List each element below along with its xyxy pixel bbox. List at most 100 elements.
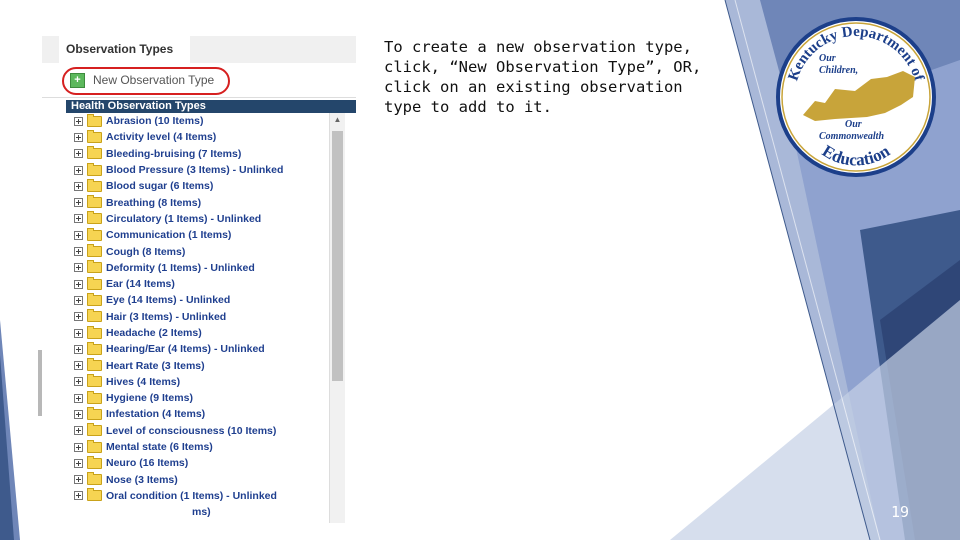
expand-icon[interactable] [74,214,83,224]
expand-icon[interactable] [74,377,83,387]
tree-item-label: Circulatory (1 Items) - Unlinked [106,212,262,225]
expand-icon[interactable] [74,116,83,126]
tab-observation-types[interactable]: Observation Types [59,36,190,63]
tree-item[interactable]: Headache (2 Items) [66,325,328,341]
expand-icon[interactable] [74,491,83,501]
tree-item-label: Hives (4 Items) [106,375,181,388]
expand-icon[interactable] [74,344,83,354]
tree-item-label: Oral condition (1 Items) - Unlinked [106,489,277,502]
tree-item-label: Infestation (4 Items) [106,408,206,421]
tree-item-label: Nose (3 Items) [106,473,178,486]
logo-children: Children, [819,65,858,76]
tree-item-label: Hair (3 Items) - Unlinked [106,310,227,323]
folder-icon [87,406,102,420]
expand-icon[interactable] [74,393,83,403]
expand-icon[interactable] [74,442,83,452]
tree-item-label: Blood sugar (6 Items) [106,180,214,193]
folder-icon [87,162,102,176]
folder-icon [87,276,102,290]
new-observation-type-label: New Observation Type [93,73,215,87]
tree-item[interactable]: Neuro (16 Items) [66,455,328,471]
partial-tree-item: ms) [192,506,211,518]
page-number: 19 [890,503,910,521]
folder-icon [87,260,102,274]
expand-icon[interactable] [74,247,83,257]
tree-item[interactable]: Hygiene (9 Items) [66,390,328,406]
tree-item-label: Level of consciousness (10 Items) [106,424,277,437]
expand-icon[interactable] [74,132,83,142]
tree-item[interactable]: Breathing (8 Items) [66,194,328,210]
folder-icon [87,358,102,372]
tree-item[interactable]: Communication (1 Items) [66,227,328,243]
scrollbar[interactable]: ▲ [329,113,345,523]
expand-icon[interactable] [74,458,83,468]
tree-item-label: Abrasion (10 Items) [106,115,204,128]
expand-icon[interactable] [74,328,83,338]
expand-icon[interactable] [74,361,83,371]
tree-item-label: Deformity (1 Items) - Unlinked [106,261,255,274]
folder-icon [87,178,102,192]
tree-item[interactable]: Circulatory (1 Items) - Unlinked [66,211,328,227]
folder-icon [87,325,102,339]
expand-icon[interactable] [74,198,83,208]
expand-icon[interactable] [74,181,83,191]
kentucky-education-logo: Kentucky Department of Our Children, Our… [776,17,936,177]
expand-icon[interactable] [74,295,83,305]
tree-item-label: Breathing (8 Items) [106,196,202,209]
folder-icon [87,423,102,437]
logo-our-2: Our [845,119,862,130]
tree-item[interactable]: Infestation (4 Items) [66,406,328,422]
tree-item[interactable]: Hair (3 Items) - Unlinked [66,309,328,325]
expand-icon[interactable] [74,312,83,322]
tree-item-label: Headache (2 Items) [106,327,202,339]
expand-icon[interactable] [74,230,83,240]
tree-item[interactable]: Blood Pressure (3 Items) - Unlinked [66,162,328,178]
tree-item[interactable]: Oral condition (1 Items) - Unlinked [66,488,328,504]
expand-icon[interactable] [74,409,83,419]
expand-icon[interactable] [74,263,83,273]
folder-icon [87,195,102,209]
plus-icon: + [70,73,85,89]
tree-item[interactable]: Hearing/Ear (4 Items) - Unlinked [66,341,328,357]
folder-icon [87,227,102,241]
tree-item[interactable]: Abrasion (10 Items) [66,113,328,129]
tree-item-label: Blood Pressure (3 Items) - Unlinked [106,164,284,177]
toolbar: + New Observation Type [42,63,356,98]
tree-item[interactable]: Deformity (1 Items) - Unlinked [66,260,328,276]
tree-item[interactable]: Ear (14 Items) [66,276,328,292]
tree-item-label: Ear (14 Items) [106,278,175,291]
new-observation-type-button[interactable]: + New Observation Type [64,69,224,91]
tree-item[interactable]: Level of consciousness (10 Items) [66,423,328,439]
tree-item-label: Hearing/Ear (4 Items) - Unlinked [106,343,265,356]
folder-icon [87,244,102,258]
tree-item-label: Heart Rate (3 Items) [106,359,205,372]
tree-item-label: Bleeding-bruising (7 Items) [106,147,242,160]
folder-icon [87,341,102,355]
expand-icon[interactable] [74,165,83,175]
tree-item[interactable]: Heart Rate (3 Items) [66,357,328,373]
tree-item[interactable]: Blood sugar (6 Items) [66,178,328,194]
tree-item[interactable]: Eye (14 Items) - Unlinked [66,292,328,308]
tree-item-label: Mental state (6 Items) [106,441,213,454]
tree-item[interactable]: Cough (8 Items) [66,243,328,259]
tab-bar: Observation Types [42,36,356,64]
scroll-up-arrow-icon[interactable]: ▲ [330,113,345,127]
folder-icon [87,146,102,160]
tree-item[interactable]: Mental state (6 Items) [66,439,328,455]
folder-icon [87,488,102,502]
tree-item[interactable]: Nose (3 Items) [66,472,328,488]
folder-icon [87,292,102,306]
expand-icon[interactable] [74,149,83,159]
expand-icon[interactable] [74,475,83,485]
tree-item[interactable]: Hives (4 Items) [66,374,328,390]
scrollbar-thumb[interactable] [332,131,343,381]
logo-commonwealth: Commonwealth [819,131,884,142]
tree-item[interactable]: Activity level (4 Items) [66,129,328,145]
folder-icon [87,455,102,469]
expand-icon[interactable] [74,279,83,289]
expand-icon[interactable] [74,426,83,436]
tree-item-label: Cough (8 Items) [106,245,186,258]
observation-tree: Abrasion (10 Items) Activity level (4 Ite… [66,113,328,523]
instruction-caption: To create a new observation type, click,… [384,38,702,116]
tree-item[interactable]: Bleeding-bruising (7 Items) [66,146,328,162]
